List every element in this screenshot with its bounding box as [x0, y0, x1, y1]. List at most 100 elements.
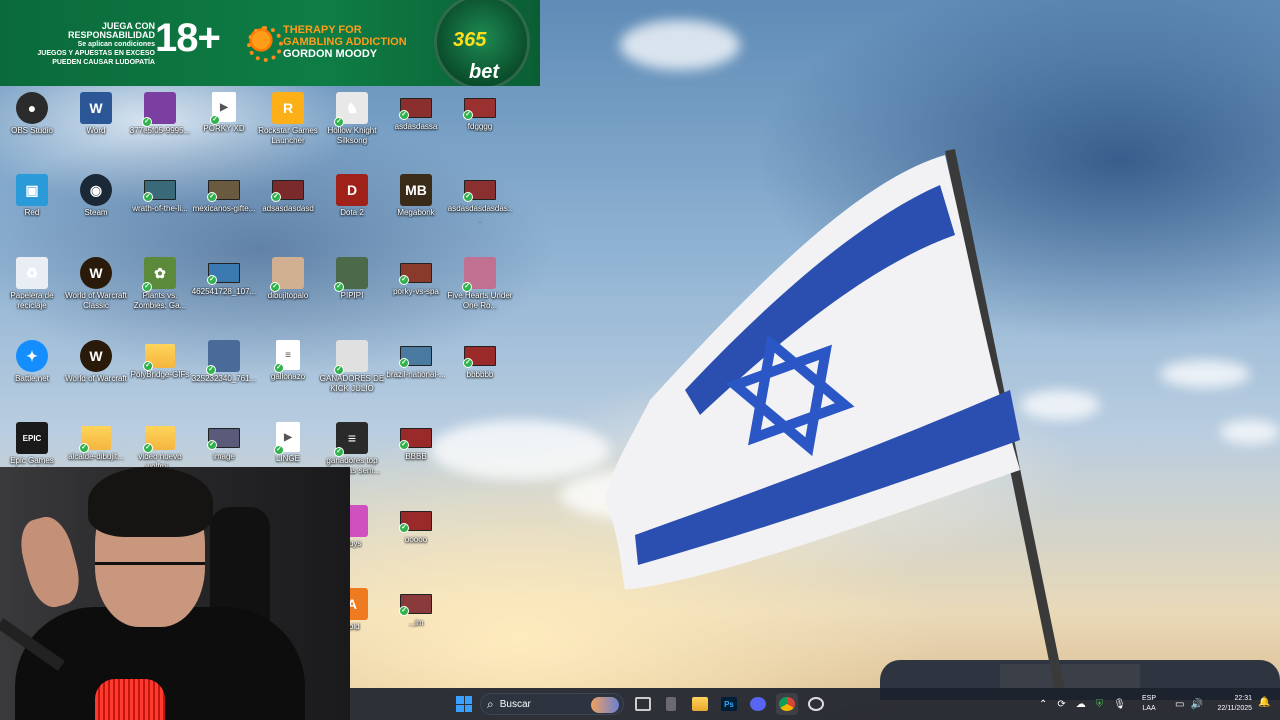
chevron-up-icon[interactable]: ⌃	[1039, 699, 1047, 710]
desktop-icon[interactable]: ≡ ✓ gallonazo	[253, 336, 323, 416]
task-view-button[interactable]	[632, 693, 654, 715]
volume-icon: 🔊	[1190, 698, 1203, 710]
age-restriction-badge: 18+	[155, 16, 221, 60]
wow-classic-icon: W	[80, 257, 112, 289]
chrome-icon	[779, 697, 795, 711]
task-view-icon	[635, 697, 651, 711]
sync-check-icon: ✓	[334, 117, 344, 127]
security-icon[interactable]: ⛨	[1096, 699, 1104, 710]
taskbar-app-discord[interactable]	[747, 693, 769, 715]
desktop-icon-label: dibujitopalo	[267, 291, 309, 300]
desktop-icon[interactable]: ✓ GANADORES DE KICK JULIO	[317, 336, 387, 416]
thumbnail-icon: ✓	[399, 346, 432, 368]
desktop-icon[interactable]: ▶ ✓ PORKY XD	[189, 88, 259, 168]
start-button[interactable]	[453, 693, 475, 715]
desktop-icon-label: ..,im	[408, 618, 424, 627]
sync-check-icon: ✓	[463, 110, 473, 120]
desktop-icon[interactable]: ✓ PolyBridge-GIFs	[125, 336, 195, 416]
sync-check-icon: ✓	[399, 358, 409, 368]
search-placeholder: Buscar	[499, 698, 531, 710]
desktop-icon[interactable]: ✓ BBBB	[381, 418, 451, 498]
image-file-icon: ✓	[334, 340, 368, 375]
thumbnail-icon: ✓	[399, 98, 432, 120]
desktop-icon[interactable]: ✓ Five Hearts Under One Ro...	[445, 253, 515, 333]
desktop-icon[interactable]: ✓ ooooo	[381, 501, 451, 581]
sync-icon[interactable]: ⟳	[1057, 699, 1065, 710]
taskbar-app-printer[interactable]	[660, 693, 682, 715]
image-file-icon: ✓	[142, 92, 176, 127]
desktop-icon[interactable]: ✓ asdasdassa	[381, 88, 451, 168]
desktop-icon[interactable]: ✓ bbbbbb	[445, 336, 515, 416]
desktop-icon-label: Word	[86, 126, 106, 135]
gambling-ad-banner[interactable]: JUEGA CON RESPONSABILIDAD Se aplican con…	[0, 0, 540, 86]
desktop-icon[interactable]: ● OBS Studio	[0, 88, 67, 168]
pvz-icon: ✿ ✓	[142, 257, 176, 292]
quick-settings[interactable]: ▭ 🔊	[1172, 688, 1206, 720]
discord-icon	[750, 697, 766, 711]
clock[interactable]: 22:31 22/11/2025	[1206, 694, 1252, 714]
sync-check-icon: ✓	[334, 365, 344, 375]
desktop-icon[interactable]: ✓ 377e5f05-9995...	[125, 88, 195, 168]
folder-icon: ✓	[79, 426, 111, 453]
desktop-icon[interactable]: ♞ ✓ Hollow Knight Silksong	[317, 88, 387, 168]
sync-check-icon: ✓	[274, 363, 284, 373]
microphone-icon[interactable]: 🎙	[1113, 699, 1126, 710]
desktop-icon[interactable]: ✓ asdasdasdasdas...	[445, 170, 515, 250]
device-icon	[666, 697, 676, 711]
desktop-icon[interactable]: ✓ fdgggg	[445, 88, 515, 168]
desktop-icon[interactable]: ✓ adsasdasdasd	[253, 170, 323, 250]
desktop-icon[interactable]: W World of Warcraft Classic	[61, 253, 131, 333]
desktop-icon-label: World of Warcraft	[65, 374, 127, 383]
desktop-icon[interactable]: ✓ PIPIPI	[317, 253, 387, 333]
taskbar-search[interactable]: ⌕ Buscar	[480, 693, 624, 715]
cloud-icon[interactable]: ☁	[1076, 699, 1086, 710]
desktop-icon[interactable]: MB Megabonk	[381, 170, 451, 250]
epic-games-icon: EPIC	[16, 422, 48, 454]
sync-check-icon: ✓	[207, 192, 217, 202]
desktop-icon[interactable]: ◉ Steam	[61, 170, 131, 250]
language-indicator[interactable]: ESP LAA	[1142, 694, 1156, 714]
desktop-icon-label: Five Hearts Under One Ro...	[447, 291, 513, 310]
taskbar-app-explorer[interactable]	[689, 693, 711, 715]
cloud	[430, 420, 610, 480]
rockstar-icon: R	[272, 92, 304, 124]
sync-check-icon: ✓	[270, 282, 280, 292]
thumbnail-icon: ✓	[207, 428, 240, 450]
thumbnail-icon: ✓	[143, 180, 176, 202]
desktop-icon[interactable]: ✓ dibujitopalo	[253, 253, 323, 333]
desktop-icon[interactable]: ✓ 325232340_761...	[189, 336, 259, 416]
desktop-icon[interactable]: ♻ Papelera de reciclaje	[0, 253, 67, 333]
desktop-icon[interactable]: ✓ mexicanos-gifte...	[189, 170, 259, 250]
desktop-icon[interactable]: ✓ ..,im	[381, 584, 451, 664]
taskbar-app-chrome[interactable]	[776, 693, 798, 715]
taskbar-app-photoshop[interactable]: Ps	[718, 693, 740, 715]
cloud	[1160, 360, 1250, 388]
taskbar-app-steam[interactable]	[805, 693, 827, 715]
desktop-icon[interactable]: ▣ Red	[0, 170, 67, 250]
sync-check-icon: ✓	[271, 192, 281, 202]
thumbnail-icon: ✓	[399, 594, 432, 616]
sync-check-icon: ✓	[143, 443, 153, 453]
notification-bell-icon[interactable]: 🔔	[1258, 697, 1270, 708]
desktop-icon[interactable]: ✓ brazil-national-...	[381, 336, 451, 416]
desktop-icon[interactable]: ✿ ✓ Plants vs. Zombies: Ga...	[125, 253, 195, 333]
desktop-icon[interactable]: R Rockstar Games Launcher	[253, 88, 323, 168]
folder-icon: ✓	[143, 344, 175, 371]
desktop-icon[interactable]: ✦ Battle.net	[0, 336, 67, 416]
desktop-icon[interactable]: D Dota 2	[317, 170, 387, 250]
dota-icon: D	[336, 174, 368, 206]
desktop-icon[interactable]: W Word	[61, 88, 131, 168]
desktop-icon[interactable]: ✓ porky-vs-spa	[381, 253, 451, 333]
desktop-icon[interactable]: ✓ 462541728_107...	[189, 253, 259, 333]
desktop-icon[interactable]: W World of Warcraft	[61, 336, 131, 416]
sync-check-icon: ✓	[399, 110, 409, 120]
desktop-icon[interactable]: ✓ wrath-of-the-li...	[125, 170, 195, 250]
file-explorer-icon	[692, 697, 708, 711]
video-file-icon: ▶ ✓	[274, 422, 300, 455]
desktop-icon-label: GANADORES DE KICK JULIO	[319, 374, 385, 393]
sync-check-icon: ✓	[206, 365, 216, 375]
battlenet-icon: ✦	[16, 340, 48, 372]
thumbnail-icon: ✓	[463, 346, 496, 368]
desktop-icon-label: 325232340_761...	[191, 374, 257, 383]
desktop-icon-label: mexicanos-gifte...	[192, 204, 256, 213]
